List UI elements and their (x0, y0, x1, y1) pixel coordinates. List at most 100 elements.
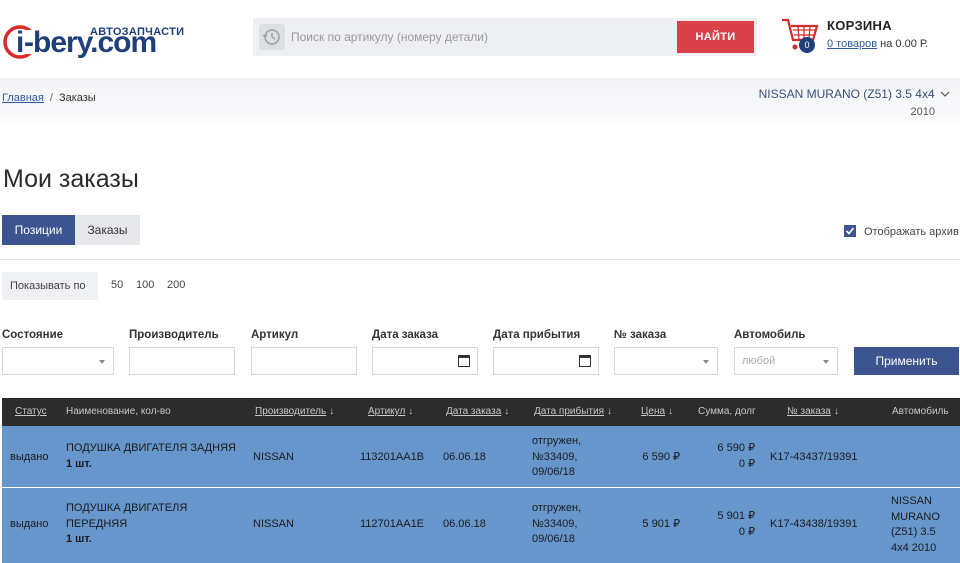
col-arrival-date-label: Дата прибытия (534, 406, 604, 417)
filter-article-label: Артикул (251, 329, 299, 341)
filter-order-date-input[interactable] (372, 347, 478, 375)
cart-amount: на 0.00 Р. (877, 38, 929, 50)
row-sum: 6 590 ₽ (717, 442, 755, 454)
calendar-icon[interactable] (458, 355, 470, 367)
per-page-option-200[interactable]: 200 (167, 279, 185, 291)
col-order-date[interactable]: Дата заказа ↓ (446, 398, 509, 426)
archive-toggle[interactable]: Отображать архив (844, 225, 959, 238)
tab-positions[interactable]: Позиции (2, 215, 75, 245)
col-arrival-date[interactable]: Дата прибытия ↓ (534, 398, 612, 426)
table-row[interactable]: выдано ПОДУШКА ДВИГАТЕЛЯ ЗАДНЯЯ 1 шт. NI… (2, 426, 960, 487)
calendar-icon[interactable] (579, 355, 591, 367)
filter-order-date-label: Дата заказа (372, 329, 439, 341)
cart-items-link[interactable]: 0 товаров (827, 38, 877, 50)
filter-article-input[interactable] (251, 347, 357, 375)
row-article: 112701AA1E (360, 518, 425, 530)
filter-car-select[interactable]: любой (734, 347, 838, 375)
divider (0, 259, 960, 260)
row-name-line2: ПЕРЕДНЯЯ (66, 517, 128, 530)
col-name: Наименование, кол-во (66, 406, 171, 417)
site-header: АВТОЗАПЧАСТИ i -bery.com НАЙТИ 0 КОРЗИНА… (0, 0, 960, 78)
row-order-date: 06.06.18 (443, 451, 486, 463)
col-status[interactable]: Статус (15, 398, 47, 426)
vehicle-year: 2010 (910, 106, 935, 118)
vehicle-selector[interactable]: NISSAN MURANO (Z51) 3.5 4x4 (759, 87, 950, 101)
row-order-no: K17-43438/19391 (770, 518, 858, 530)
per-page-option-50[interactable]: 50 (111, 279, 123, 291)
col-order-date-label: Дата заказа (446, 406, 502, 417)
col-order-no-label: № заказа (787, 406, 831, 417)
sort-arrow-icon: ↓ (329, 406, 335, 417)
col-article-label: Артикул (368, 406, 406, 417)
row-name: ПОДУШКА ДВИГАТЕЛЯ (66, 502, 188, 514)
row-manufacturer: NISSAN (253, 518, 294, 530)
breadcrumb-home-link[interactable]: Главная (2, 92, 44, 104)
table-row[interactable]: выдано ПОДУШКА ДВИГАТЕЛЯ ПЕРЕДНЯЯ 1 шт. … (2, 488, 960, 563)
row-arrival-line: №33409, (532, 517, 578, 530)
filter-car-label: Автомобиль (734, 329, 806, 341)
col-manufacturer[interactable]: Производитель ↓ (255, 398, 334, 426)
row-car-line: NISSAN (891, 495, 932, 507)
row-qty: 1 шт. (66, 458, 92, 470)
row-name: ПОДУШКА ДВИГАТЕЛЯ ЗАДНЯЯ (66, 442, 236, 454)
sort-arrow-icon: ↓ (408, 406, 414, 417)
history-icon[interactable] (259, 24, 285, 50)
row-manufacturer: NISSAN (253, 451, 294, 463)
row-arrival-line: отгружен, (532, 435, 582, 447)
cart-summary: 0 товаров на 0.00 Р. (827, 38, 928, 50)
breadcrumb-band (0, 78, 960, 128)
filter-state-select[interactable] (2, 347, 114, 375)
row-status: выдано (10, 518, 49, 530)
col-manufacturer-label: Производитель (255, 406, 327, 417)
col-article[interactable]: Артикул ↓ (368, 398, 413, 426)
row-qty: 1 шт. (66, 533, 92, 545)
search-input[interactable] (291, 18, 671, 56)
caret-down-icon (99, 360, 105, 364)
row-arrival-line: 09/06/18 (532, 466, 575, 478)
row-price: 5 901 ₽ (642, 518, 680, 530)
checkmark-icon (845, 227, 855, 235)
col-order-no[interactable]: № заказа ↓ (787, 398, 839, 426)
filter-order-no-select[interactable] (614, 347, 718, 375)
search-button[interactable]: НАЙТИ (677, 21, 754, 53)
archive-checkbox[interactable] (844, 225, 856, 237)
caret-down-icon (823, 360, 829, 364)
filter-arrival-date-label: Дата прибытия (493, 329, 581, 341)
filter-car-placeholder: любой (742, 355, 776, 367)
chevron-down-icon (940, 91, 950, 97)
row-order-no: K17-43437/19391 (770, 451, 858, 463)
row-status: выдано (10, 451, 49, 463)
sort-arrow-icon: ↓ (668, 406, 674, 417)
per-page-label: Показывать по (2, 272, 98, 300)
row-arrival-line: отгружен, (532, 502, 582, 514)
cart-title[interactable]: КОРЗИНА (827, 18, 892, 33)
row-car-line: 4x4 2010 (891, 541, 937, 554)
sort-arrow-icon: ↓ (833, 406, 839, 417)
table-header: Статус Наименование, кол-во Производител… (2, 398, 960, 426)
caret-down-icon (703, 360, 709, 364)
sort-arrow-icon: ↓ (504, 406, 510, 417)
filter-state-label: Состояние (2, 329, 64, 341)
per-page-option-100[interactable]: 100 (136, 279, 154, 291)
row-debt: 0 ₽ (738, 458, 755, 470)
col-price[interactable]: Цена ↓ (641, 398, 673, 426)
breadcrumb: Главная / Заказы (2, 92, 96, 104)
tab-orders[interactable]: Заказы (75, 215, 140, 245)
filter-arrival-date-input[interactable] (493, 347, 599, 375)
filter-order-no-label: № заказа (614, 329, 667, 341)
site-logo[interactable]: АВТОЗАПЧАСТИ i -bery.com (3, 12, 184, 62)
sort-arrow-icon: ↓ (606, 406, 612, 417)
filter-manufacturer-input[interactable] (129, 347, 235, 375)
breadcrumb-current: Заказы (58, 92, 96, 104)
cart-count-badge: 0 (799, 37, 815, 53)
col-car: Автомобиль (892, 406, 949, 417)
col-price-label: Цена (641, 406, 666, 417)
row-article: 113201AA1B (360, 451, 425, 463)
row-sum: 5 901 ₽ (717, 510, 755, 522)
vehicle-name: NISSAN MURANO (Z51) 3.5 4x4 (758, 87, 935, 101)
row-debt: 0 ₽ (738, 526, 755, 538)
apply-filters-button[interactable]: Применить (854, 347, 959, 375)
row-car-line: MURANO (891, 510, 940, 523)
row-arrival-line: №33409, (532, 450, 578, 463)
row-arrival-line: 09/06/18 (532, 533, 575, 545)
